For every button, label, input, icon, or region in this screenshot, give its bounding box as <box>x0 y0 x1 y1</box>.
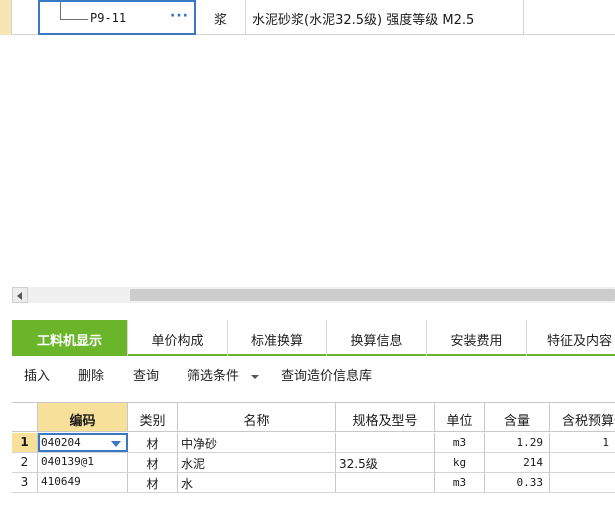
scroll-left-arrow-icon[interactable] <box>12 287 28 303</box>
delete-button[interactable]: 删除 <box>78 365 104 384</box>
spec-cell[interactable]: 32.5级 <box>336 453 435 472</box>
quota-type: 浆 <box>196 0 246 35</box>
name-cell[interactable]: 水泥 <box>178 453 336 472</box>
tab-labor-material-machine[interactable]: 工料机显示 <box>12 320 128 356</box>
tax-price-cell[interactable] <box>550 453 615 472</box>
tree-connector <box>60 2 88 20</box>
table-row[interactable]: 3 410649 材 水 m3 0.33 <box>12 473 615 493</box>
dropdown-arrow-icon[interactable] <box>111 441 121 447</box>
filter-label: 筛选条件 <box>187 369 240 384</box>
insert-button[interactable]: 插入 <box>24 365 50 384</box>
row-index: 2 <box>12 453 38 472</box>
tax-price-cell[interactable] <box>550 473 615 492</box>
header-tax-price[interactable]: 含税预算价 <box>550 403 615 431</box>
name-cell[interactable]: 水 <box>178 473 336 492</box>
header-code[interactable]: 编码 <box>38 403 128 431</box>
detail-tabs: 工料机显示 单价构成 标准换算 换算信息 安装费用 特征及内容 <box>12 320 615 356</box>
category-cell[interactable]: 材 <box>128 473 178 492</box>
header-quantity[interactable]: 含量 <box>485 403 550 431</box>
tab-installation-cost[interactable]: 安装费用 <box>427 320 527 356</box>
filter-dropdown[interactable]: 筛选条件 <box>187 365 260 384</box>
table-row[interactable]: 2 040139@1 材 水泥 32.5级 kg 214 <box>12 453 615 473</box>
toolbar: 插入 删除 查询 筛选条件 查询造价信息库 <box>12 356 615 392</box>
category-cell[interactable]: 材 <box>128 433 178 452</box>
row-index: 1 <box>12 433 38 452</box>
code-cell[interactable]: 040204 <box>38 433 128 452</box>
spec-cell[interactable] <box>336 433 435 452</box>
quota-code-cell[interactable]: P9-11 ··· <box>38 0 196 35</box>
table-row[interactable]: 1 040204 材 中净砂 m3 1.29 1 <box>12 433 615 453</box>
name-cell[interactable]: 中净砂 <box>178 433 336 452</box>
tab-standard-conversion[interactable]: 标准换算 <box>228 320 327 356</box>
header-unit[interactable]: 单位 <box>435 403 485 431</box>
quantity-cell[interactable]: 1.29 <box>485 433 550 452</box>
unit-cell[interactable]: kg <box>435 453 485 472</box>
code-value: 040204 <box>41 436 81 449</box>
tax-price-cell[interactable]: 1 <box>550 433 615 452</box>
query-button[interactable]: 查询 <box>133 365 159 384</box>
unit-cell[interactable]: m3 <box>435 433 485 452</box>
horizontal-scrollbar[interactable] <box>12 287 615 303</box>
row-index: 3 <box>12 473 38 492</box>
more-options-button[interactable]: ··· <box>170 8 189 24</box>
chevron-down-icon <box>251 374 260 379</box>
header-name[interactable]: 名称 <box>178 403 336 431</box>
code-cell[interactable]: 410649 <box>38 473 128 492</box>
tab-unit-price-composition[interactable]: 单价构成 <box>128 320 228 356</box>
quantity-cell[interactable]: 0.33 <box>485 473 550 492</box>
tab-conversion-info[interactable]: 换算信息 <box>327 320 427 356</box>
header-spec[interactable]: 规格及型号 <box>336 403 435 431</box>
grid-header: 编码 类别 名称 规格及型号 单位 含量 含税预算价 <box>12 402 615 432</box>
spec-cell[interactable] <box>336 473 435 492</box>
code-cell[interactable]: 040139@1 <box>38 453 128 472</box>
quota-row[interactable]: P9-11 ··· 浆 水泥砂浆(水泥32.5级) 强度等级 M2.5 <box>0 0 615 35</box>
tab-features-content[interactable]: 特征及内容 <box>527 320 615 356</box>
query-price-library-button[interactable]: 查询造价信息库 <box>281 365 372 384</box>
quantity-cell[interactable]: 214 <box>485 453 550 472</box>
category-cell[interactable]: 材 <box>128 453 178 472</box>
quota-name[interactable]: 水泥砂浆(水泥32.5级) 强度等级 M2.5 <box>246 0 524 35</box>
row-gutter <box>0 0 12 35</box>
header-index <box>12 403 38 431</box>
unit-cell[interactable]: m3 <box>435 473 485 492</box>
scrollbar-thumb[interactable] <box>130 289 615 301</box>
header-category[interactable]: 类别 <box>128 403 178 431</box>
quota-code: P9-11 <box>90 11 127 25</box>
